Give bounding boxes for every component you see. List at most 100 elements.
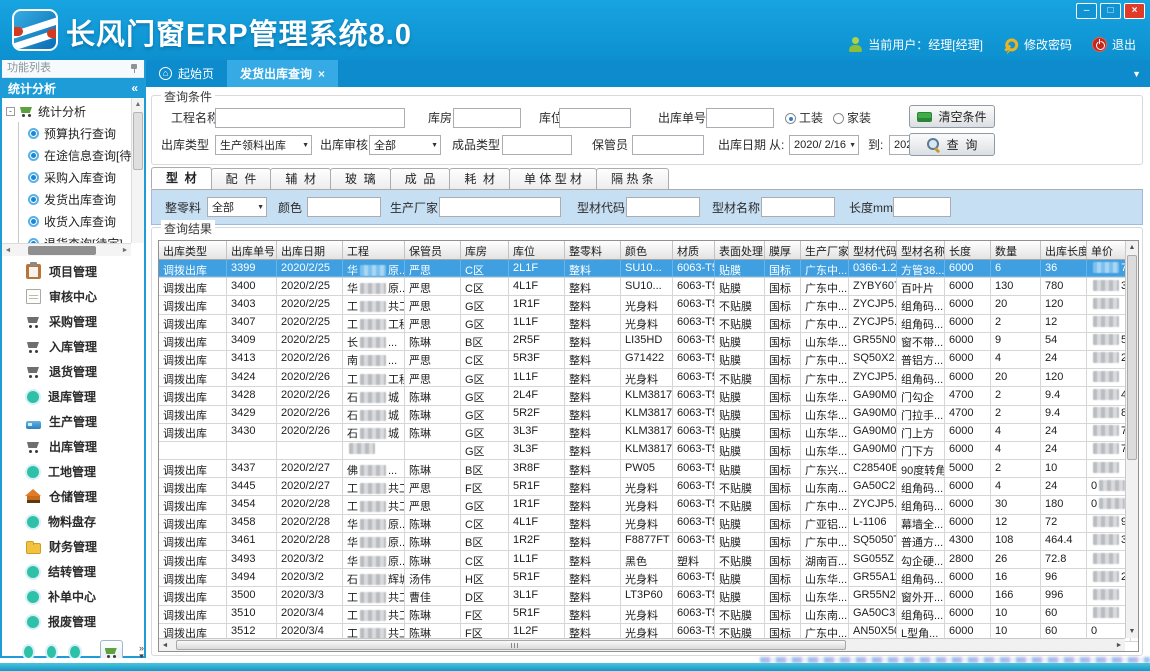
table-row[interactable]: 调拨出库34292020/2/26石城陈琳G区5R2F整料KLM38176063… — [159, 406, 1138, 424]
keeper-input[interactable] — [632, 135, 704, 155]
tab-list-chevron-icon[interactable]: ▼ — [1132, 60, 1150, 87]
column-header[interactable]: 出库类型 — [159, 241, 227, 259]
table-row[interactable]: 调拨出库34032020/2/25工共工程严思G区1R1F整料光身料6063-T… — [159, 296, 1138, 314]
audit-select[interactable]: 全部▼ — [369, 135, 441, 155]
scroll-left-icon[interactable]: ◄ — [159, 642, 171, 649]
tab-shipping-query[interactable]: 发货出库查询 × — [227, 60, 338, 87]
scroll-up-icon[interactable]: ▲ — [132, 98, 144, 111]
material-tab[interactable]: 单 体 型 材 — [509, 168, 597, 189]
table-row[interactable]: 调拨出库34282020/2/26石城陈琳G区2L4F整料KLM38176063… — [159, 387, 1138, 405]
color-input[interactable] — [307, 197, 381, 217]
sidebar-item[interactable]: 退货管理 — [2, 359, 144, 384]
material-tab[interactable]: 耗 材 — [449, 168, 510, 189]
tree-horizontal-scrollbar[interactable]: ◄ ► — [2, 243, 131, 256]
material-tab[interactable]: 玻 璃 — [330, 168, 391, 189]
date-from-select[interactable]: 2020/ 2/16▼ — [789, 135, 859, 155]
column-header[interactable]: 膜厚 — [765, 241, 801, 259]
tree-root-node[interactable]: - 统计分析 — [6, 100, 131, 122]
sidebar-item[interactable]: 物料盘存 — [2, 509, 144, 534]
table-row[interactable]: 调拨出库34612020/2/28华原...陈琳B区1R2F整料F8877FT6… — [159, 533, 1138, 551]
table-row[interactable]: 调拨出库34942020/3/2石辉城汤伟H区5R1F整料光身料6063-T5贴… — [159, 569, 1138, 587]
minimize-button[interactable]: – — [1076, 3, 1097, 19]
table-row[interactable]: 调拨出库34542020/2/28工共工程严思G区1R1F整料光身料6063-T… — [159, 496, 1138, 514]
sidebar-item[interactable]: 仓储管理 — [2, 484, 144, 509]
clear-conditions-button[interactable]: 清空条件 — [909, 105, 995, 128]
column-header[interactable]: 长度 — [945, 241, 991, 259]
tree-item[interactable]: 预算执行查询 — [6, 122, 131, 144]
project-name-input[interactable] — [215, 108, 405, 128]
column-header[interactable]: 表面处理 — [715, 241, 765, 259]
radio-jiazhuang[interactable]: 家装 — [833, 108, 871, 128]
table-row[interactable]: 调拨出库34372020/2/27佛...陈琳B区3R8F整料PW056063-… — [159, 460, 1138, 478]
sidebar-item[interactable]: 报废管理 — [2, 609, 144, 634]
table-row[interactable]: 调拨出库34932020/3/2华原...陈琳C区1L1F整料黑色塑料不贴膜国标… — [159, 551, 1138, 569]
scroll-thumb[interactable] — [133, 112, 143, 170]
column-header[interactable]: 数量 — [991, 241, 1041, 259]
grid-horizontal-scrollbar[interactable]: ◄ ► — [159, 638, 1125, 651]
category-dot-button[interactable] — [47, 646, 56, 658]
scroll-right-icon[interactable]: ► — [1113, 642, 1125, 649]
column-header[interactable]: 保管员 — [405, 241, 461, 259]
scroll-thumb[interactable] — [28, 246, 96, 255]
close-button[interactable]: × — [1124, 3, 1145, 19]
close-tab-icon[interactable]: × — [318, 67, 325, 81]
table-row[interactable]: G区3L3F整料KLM38176063-T5贴膜国标山东华...GA90M09.… — [159, 442, 1138, 460]
column-header[interactable]: 型材代码 — [849, 241, 897, 259]
order-no-input[interactable] — [706, 108, 774, 128]
table-row[interactable]: 调拨出库34302020/2/26石城陈琳G区3L3F整料KLM38176063… — [159, 424, 1138, 442]
maximize-button[interactable]: □ — [1100, 3, 1121, 19]
manufacturer-input[interactable] — [439, 197, 561, 217]
table-row[interactable]: 调拨出库34452020/2/27工共工程严思F区5R1F整料光身料6063-T… — [159, 478, 1138, 496]
location-input[interactable] — [559, 108, 631, 128]
scroll-left-icon[interactable]: ◄ — [2, 247, 14, 254]
column-header[interactable]: 库房 — [461, 241, 509, 259]
scroll-down-icon[interactable]: ▼ — [1126, 625, 1138, 638]
sidebar-item[interactable]: 结转管理 — [2, 559, 144, 584]
table-row[interactable]: 调拨出库34582020/2/28华原...陈琳C区4L1F整料光身料6063-… — [159, 515, 1138, 533]
whole-part-select[interactable]: 全部▼ — [207, 197, 267, 217]
tree-item[interactable]: 采购入库查询 — [6, 166, 131, 188]
column-header[interactable]: 整零料 — [565, 241, 621, 259]
collapse-icon[interactable]: « — [131, 81, 138, 95]
tree-item[interactable]: 收货入库查询 — [6, 210, 131, 232]
scroll-thumb[interactable] — [176, 640, 846, 650]
tree-item[interactable]: 在途信息查询[待 — [6, 144, 131, 166]
radio-gongzhuang[interactable]: 工装 — [785, 108, 823, 128]
material-tab[interactable]: 成 品 — [390, 168, 451, 189]
product-type-input[interactable] — [502, 135, 572, 155]
warehouse-input[interactable] — [453, 108, 521, 128]
tree-item[interactable]: 发货出库查询 — [6, 188, 131, 210]
table-row[interactable]: 调拨出库34072020/2/25工工程严思G区1L1F整料光身料6063-T5… — [159, 315, 1138, 333]
sidebar-item[interactable]: 生产管理 — [2, 409, 144, 434]
outbound-type-select[interactable]: 生产领料出库▼ — [215, 135, 312, 155]
column-header[interactable]: 工程 — [343, 241, 405, 259]
tree-expander-icon[interactable]: - — [6, 107, 15, 116]
stats-panel-header[interactable]: 统计分析 « — [2, 78, 144, 98]
tab-home[interactable]: ⌂ 起始页 — [146, 60, 227, 87]
column-header[interactable]: 出库单号 — [227, 241, 277, 259]
table-row[interactable]: 调拨出库35102020/3/4工共工程陈琳F区5R1F整料光身料6063-T5… — [159, 606, 1138, 624]
column-header[interactable]: 颜色 — [621, 241, 673, 259]
tree-vertical-scrollbar[interactable]: ▲ — [131, 98, 144, 243]
table-row[interactable]: 调拨出库34002020/2/25华原...严思C区4L1F整料SU10...6… — [159, 278, 1138, 296]
column-header[interactable]: 材质 — [673, 241, 715, 259]
change-password-button[interactable]: 修改密码 — [1003, 36, 1072, 53]
sidebar-item[interactable]: 退库管理 — [2, 384, 144, 409]
scroll-thumb[interactable] — [1127, 255, 1137, 460]
sidebar-item[interactable]: 财务管理 — [2, 534, 144, 559]
logout-button[interactable]: 退出 — [1092, 36, 1136, 53]
sidebar-item[interactable]: 采购管理 — [2, 309, 144, 334]
profile-name-input[interactable] — [761, 197, 835, 217]
table-row[interactable]: 调拨出库34092020/2/25长...陈琳B区2R5F整料LI35HD606… — [159, 333, 1138, 351]
material-tab[interactable]: 配 件 — [211, 168, 272, 189]
material-tab[interactable]: 型 材 — [151, 167, 212, 189]
grid-vertical-scrollbar[interactable]: ▲ ▼ — [1125, 241, 1138, 638]
table-row[interactable]: 调拨出库34242020/2/26工工程严思G区1L1F整料光身料6063-T5… — [159, 369, 1138, 387]
search-button[interactable]: 查 询 — [909, 133, 995, 156]
category-dot-button[interactable] — [24, 646, 33, 658]
scroll-up-icon[interactable]: ▲ — [1126, 241, 1138, 254]
material-tab[interactable]: 隔 热 条 — [596, 168, 669, 189]
sidebar-item[interactable]: 出库管理 — [2, 434, 144, 459]
sidebar-item[interactable]: 项目管理 — [2, 259, 144, 284]
sidebar-item[interactable]: 入库管理 — [2, 334, 144, 359]
